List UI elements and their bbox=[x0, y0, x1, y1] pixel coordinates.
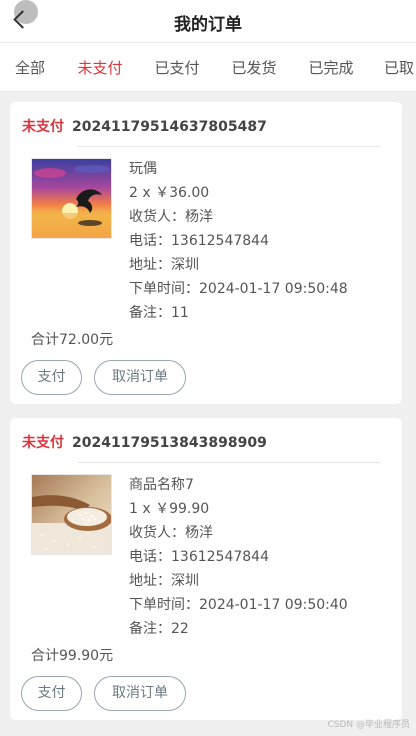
cancel-order-button[interactable]: 取消订单 bbox=[94, 676, 186, 711]
cancel-order-button[interactable]: 取消订单 bbox=[94, 360, 186, 395]
order-card: 未支付 20241179513843898909 商品名称7 1 x ￥99.9… bbox=[10, 418, 402, 720]
remark: 备注：11 bbox=[129, 305, 189, 321]
order-time: 下单时间：2024-01-17 09:50:48 bbox=[129, 281, 348, 297]
order-status-tabs: 全部 未支付 已支付 已发货 已完成 已取 bbox=[0, 42, 416, 92]
phone: 电话：13612547844 bbox=[129, 233, 269, 249]
order-card: 未支付 20241179514637805487 玩偶 2 x ￥36.00 收… bbox=[10, 102, 402, 404]
phone: 电话：13612547844 bbox=[129, 549, 269, 565]
order-time: 下单时间：2024-01-17 09:50:40 bbox=[129, 597, 348, 613]
top-bar: 我的订单 bbox=[0, 0, 416, 42]
pay-button[interactable]: 支付 bbox=[21, 676, 82, 711]
order-details: 玩偶 2 x ￥36.00 收货人：杨洋 电话：13612547844 地址：深… bbox=[129, 157, 348, 325]
receiver: 收货人：杨洋 bbox=[129, 525, 213, 541]
rice-scoop-image bbox=[32, 475, 111, 554]
address: 地址：深圳 bbox=[129, 573, 199, 589]
watermark: CSDN @毕业程序员 bbox=[327, 720, 410, 730]
tab-all[interactable]: 全部 bbox=[14, 43, 46, 91]
quantity-price: 2 x ￥36.00 bbox=[129, 185, 210, 201]
dolphin-sunset-image bbox=[32, 159, 111, 238]
divider bbox=[78, 462, 380, 463]
tab-shipped[interactable]: 已发货 bbox=[230, 43, 278, 91]
tab-unpaid[interactable]: 未支付 bbox=[76, 43, 124, 91]
address: 地址：深圳 bbox=[129, 257, 199, 273]
order-total: 合计72.00元 bbox=[31, 332, 114, 348]
tab-paid[interactable]: 已支付 bbox=[153, 43, 201, 91]
pay-button[interactable]: 支付 bbox=[21, 360, 82, 395]
page-title: 我的订单 bbox=[174, 15, 242, 35]
product-name: 玩偶 bbox=[129, 161, 157, 177]
order-status: 未支付 bbox=[22, 119, 64, 135]
receiver: 收货人：杨洋 bbox=[129, 209, 213, 225]
order-total: 合计99.90元 bbox=[31, 648, 114, 664]
remark: 备注：22 bbox=[129, 621, 189, 637]
order-number: 20241179514637805487 bbox=[72, 119, 267, 135]
product-image[interactable] bbox=[31, 474, 112, 555]
order-header: 未支付 20241179513843898909 bbox=[22, 432, 267, 452]
product-name: 商品名称7 bbox=[129, 477, 194, 493]
divider bbox=[78, 146, 380, 147]
order-details: 商品名称7 1 x ￥99.90 收货人：杨洋 电话：13612547844 地… bbox=[129, 473, 348, 641]
quantity-price: 1 x ￥99.90 bbox=[129, 501, 210, 517]
order-header: 未支付 20241179514637805487 bbox=[22, 116, 267, 136]
order-number: 20241179513843898909 bbox=[72, 435, 267, 451]
tab-cancelled[interactable]: 已取 bbox=[384, 43, 416, 91]
tab-completed[interactable]: 已完成 bbox=[307, 43, 355, 91]
order-status: 未支付 bbox=[22, 435, 64, 451]
product-image[interactable] bbox=[31, 158, 112, 239]
